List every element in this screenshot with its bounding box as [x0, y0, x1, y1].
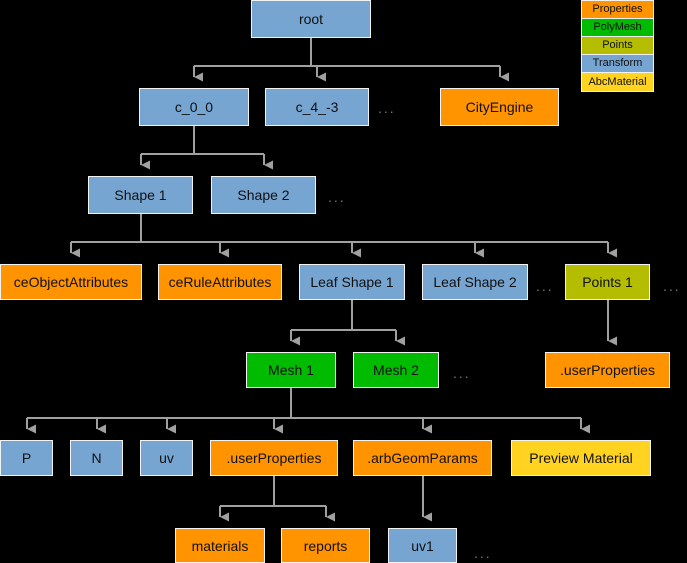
ellipsis-leafshapes: ...: [536, 278, 554, 294]
legend-item-abcmaterial[interactable]: AbcMaterial: [582, 73, 653, 91]
node-shape2[interactable]: Shape 2: [211, 176, 316, 214]
node-materials[interactable]: materials: [175, 528, 265, 563]
node-type-legend: Properties PolyMesh Points Transform AbcMate…: [581, 0, 654, 92]
legend-item-transform[interactable]: Transform: [582, 55, 653, 73]
node-leafshape2[interactable]: Leaf Shape 2: [422, 264, 528, 300]
ellipsis-meshes: ...: [453, 365, 471, 381]
node-P[interactable]: P: [0, 440, 53, 476]
node-c_4_-3[interactable]: c_4_-3: [265, 88, 369, 126]
node-arbgeomparams[interactable]: .arbGeomParams: [353, 440, 492, 476]
node-uv1[interactable]: uv1: [388, 528, 457, 563]
node-N[interactable]: N: [70, 440, 123, 476]
node-shape1[interactable]: Shape 1: [88, 176, 193, 214]
node-meshuserprops[interactable]: .userProperties: [210, 440, 338, 476]
node-uv[interactable]: uv: [140, 440, 193, 476]
ellipsis-row3: ...: [328, 189, 346, 205]
legend-item-points[interactable]: Points: [582, 37, 653, 55]
ellipsis-uv1: ...: [474, 545, 492, 561]
node-ceruleattrs[interactable]: ceRuleAttributes: [158, 264, 282, 300]
ellipsis-row2: ...: [378, 100, 396, 116]
node-points1[interactable]: Points 1: [565, 264, 650, 300]
ellipsis-points: ...: [663, 278, 681, 294]
node-leafshape1[interactable]: Leaf Shape 1: [299, 264, 405, 300]
node-mesh1[interactable]: Mesh 1: [246, 352, 336, 388]
node-pointsuserprops[interactable]: .userProperties: [545, 352, 670, 388]
node-previewmaterial[interactable]: Preview Material: [511, 440, 651, 476]
node-c_0_0[interactable]: c_0_0: [139, 88, 249, 126]
node-mesh2[interactable]: Mesh 2: [353, 352, 439, 388]
node-ceobjectattrs[interactable]: ceObjectAttributes: [0, 264, 142, 300]
legend-item-polymesh[interactable]: PolyMesh: [582, 19, 653, 37]
legend-item-properties[interactable]: Properties: [582, 1, 653, 19]
node-cityengine[interactable]: CityEngine: [440, 88, 559, 126]
node-root[interactable]: root: [251, 0, 371, 38]
node-reports[interactable]: reports: [281, 528, 370, 563]
